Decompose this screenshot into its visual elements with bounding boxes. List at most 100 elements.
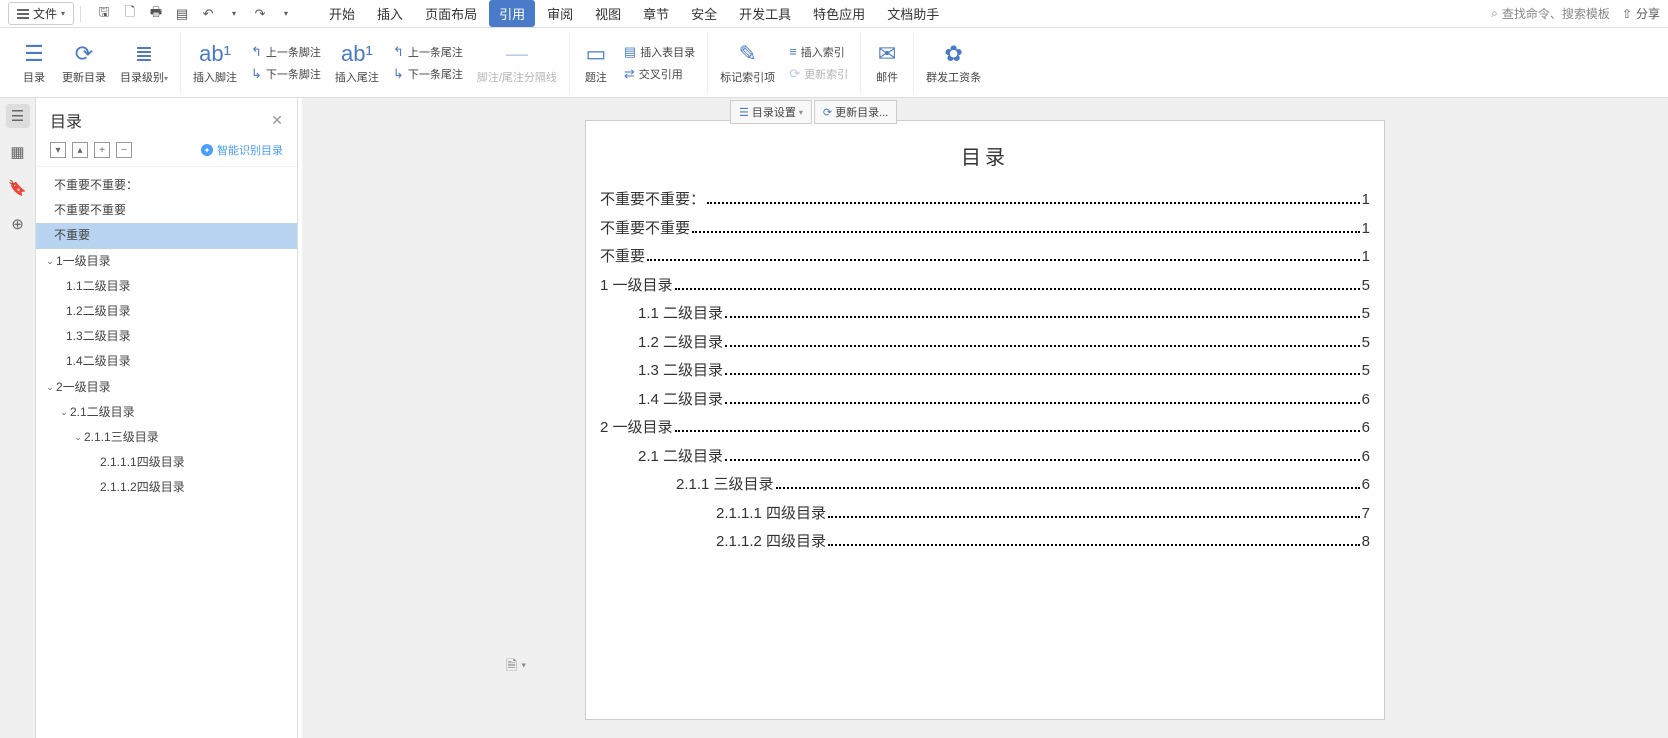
outline-item[interactable]: 不重要不重要： [36,173,297,198]
toc-level-button[interactable]: ≣目录级别▾ [114,35,174,91]
outline-item[interactable]: 1.3二级目录 [36,324,297,349]
toc-entry[interactable]: 2.1 二级目录6 [596,443,1374,472]
prev-icon: ↰ [251,44,262,60]
prev-endnote-button[interactable]: ↰上一条尾注 [387,42,469,62]
outline-item[interactable]: 不重要不重要 [36,198,297,223]
toc-entry[interactable]: 2 一级目录6 [596,414,1374,443]
toc-entry[interactable]: 不重要不重要：1 [596,186,1374,215]
toc-entry[interactable]: 2.1.1 三级目录6 [596,471,1374,500]
update-toc-button[interactable]: ⟳更新目录 [56,35,112,91]
search-box[interactable]: ⌕ 查找命令、搜索模板 [1491,5,1610,22]
smart-toc-button[interactable]: ✦ 智能识别目录 [201,142,283,158]
tab-7[interactable]: 安全 [681,0,727,27]
remove-icon[interactable]: − [116,142,132,158]
file-menu[interactable]: 文件 ▾ [8,2,74,25]
toc-entry-page: 5 [1362,272,1370,301]
mail-button[interactable]: ✉邮件 [867,35,907,91]
outline-item[interactable]: ⌄2一级目录 [36,375,297,400]
mark-index-button[interactable]: ✎标记索引项 [714,35,781,91]
print-icon[interactable]: 🖶 [147,5,165,23]
toc-entry-text: 不重要 [600,243,645,272]
expand-icon[interactable]: ▴ [72,142,88,158]
insert-footnote-button[interactable]: ab¹插入脚注 [187,35,243,91]
tab-10[interactable]: 文档助手 [877,0,949,27]
caption-button[interactable]: ▭题注 [576,35,616,91]
undo-icon[interactable]: ↶ [199,5,217,23]
tab-5[interactable]: 视图 [585,0,631,27]
toc-entry[interactable]: 1 一级目录5 [596,272,1374,301]
toc-entry[interactable]: 1.3 二级目录5 [596,357,1374,386]
outline-item[interactable]: ⌄2.1二级目录 [36,400,297,425]
outline-item[interactable]: ⌄1一级目录 [36,249,297,274]
next-footnote-button[interactable]: ↳下一条脚注 [245,64,327,84]
outline-item[interactable]: 2.1.1.2四级目录 [36,475,297,500]
file-menu-label: 文件 [33,5,57,22]
redo-icon[interactable]: ↷ [251,5,269,23]
toc-settings-button[interactable]: ☰目录设置▾ [730,100,812,124]
update-toc-float-button[interactable]: ⟳更新目录... [814,100,897,124]
document-page[interactable]: 目录 不重要不重要：1不重要不重要1不重要11 一级目录51.1 二级目录51.… [585,120,1385,720]
export-icon[interactable]: ▤ [173,5,191,23]
tab-3[interactable]: 引用 [489,0,535,27]
next-endnote-button[interactable]: ↳下一条尾注 [387,64,469,84]
undo-dropdown-icon[interactable]: ▾ [225,5,243,23]
toc-entry[interactable]: 1.4 二级目录6 [596,386,1374,415]
chevron-down-icon[interactable]: ⌄ [72,430,84,444]
insert-index-button[interactable]: ≡插入索引 [783,42,854,62]
toc-entry[interactable]: 不重要 1 [596,243,1374,272]
outline-item[interactable]: 1.4二级目录 [36,349,297,374]
toc-leader-dots [828,544,1360,546]
outline-panel-button[interactable]: ☰ [6,104,30,128]
page-options-icon[interactable]: 🗎 ▾ [506,655,526,679]
prev-footnote-button[interactable]: ↰上一条脚注 [245,42,327,62]
tab-9[interactable]: 特色应用 [803,0,875,27]
separator [80,6,81,22]
tab-2[interactable]: 页面布局 [415,0,487,27]
outline-item[interactable]: 1.2二级目录 [36,299,297,324]
insert-figure-toc-button[interactable]: ▤插入表目录 [618,42,701,62]
payroll-button[interactable]: ✿群发工资条 [920,35,987,91]
endnote-icon: ab¹ [341,41,373,67]
chevron-down-icon[interactable]: ⌄ [58,405,70,419]
toc-entry[interactable]: 2.1.1.1 四级目录7 [596,500,1374,529]
tab-4[interactable]: 审阅 [537,0,583,27]
toc-entry-text: 2.1.1.2 四级目录 [716,528,826,557]
outline-item-label: 1.1二级目录 [66,277,131,296]
insert-endnote-button[interactable]: ab¹插入尾注 [329,35,385,91]
toc-entry-page: 7 [1362,500,1370,529]
toc-entry[interactable]: 1.2 二级目录5 [596,329,1374,358]
collapse-icon[interactable]: ▾ [50,142,66,158]
bookmark-panel-button[interactable]: 🔖 [6,176,30,200]
cross-ref-button[interactable]: ⇄交叉引用 [618,64,701,84]
toc-entry-page: 8 [1362,528,1370,557]
outline-item[interactable]: 不重要 [36,223,297,248]
share-button[interactable]: ⇧ 分享 [1622,5,1660,22]
chevron-down-icon[interactable]: ⌄ [44,254,56,268]
toc-button[interactable]: ☰目录 [14,35,54,91]
close-icon[interactable]: ✕ [271,112,283,129]
next-icon: ↳ [393,66,404,82]
outline-item[interactable]: 2.1.1.1四级目录 [36,450,297,475]
tab-8[interactable]: 开发工具 [729,0,801,27]
chevron-down-icon[interactable]: ⌄ [44,380,56,394]
outline-sidebar: 目录 ✕ ▾ ▴ + − ✦ 智能识别目录 不重要不重要：不重要不重要不重要⌄1… [36,98,298,738]
zoom-panel-button[interactable]: ⊕ [6,212,30,236]
outline-item[interactable]: ⌄2.1.1三级目录 [36,425,297,450]
print-preview-icon[interactable]: 🗋 [121,5,139,23]
outline-item-label: 2.1二级目录 [70,403,135,422]
outline-item[interactable]: 1.1二级目录 [36,274,297,299]
outline-item-label: 不重要不重要 [54,201,126,220]
toc-entry-page: 1 [1362,243,1370,272]
toc-entry[interactable]: 不重要不重要1 [596,215,1374,244]
toc-leader-dots [725,373,1360,375]
add-icon[interactable]: + [94,142,110,158]
save-icon[interactable]: 🖫 [95,5,113,23]
page-panel-button[interactable]: ▦ [6,140,30,164]
tab-0[interactable]: 开始 [319,0,365,27]
tab-6[interactable]: 章节 [633,0,679,27]
outline-item-label: 1一级目录 [56,252,111,271]
toc-entry[interactable]: 2.1.1.2 四级目录 8 [596,528,1374,557]
toc-entry[interactable]: 1.1 二级目录5 [596,300,1374,329]
tab-1[interactable]: 插入 [367,0,413,27]
redo-dropdown-icon[interactable]: ▾ [277,5,295,23]
